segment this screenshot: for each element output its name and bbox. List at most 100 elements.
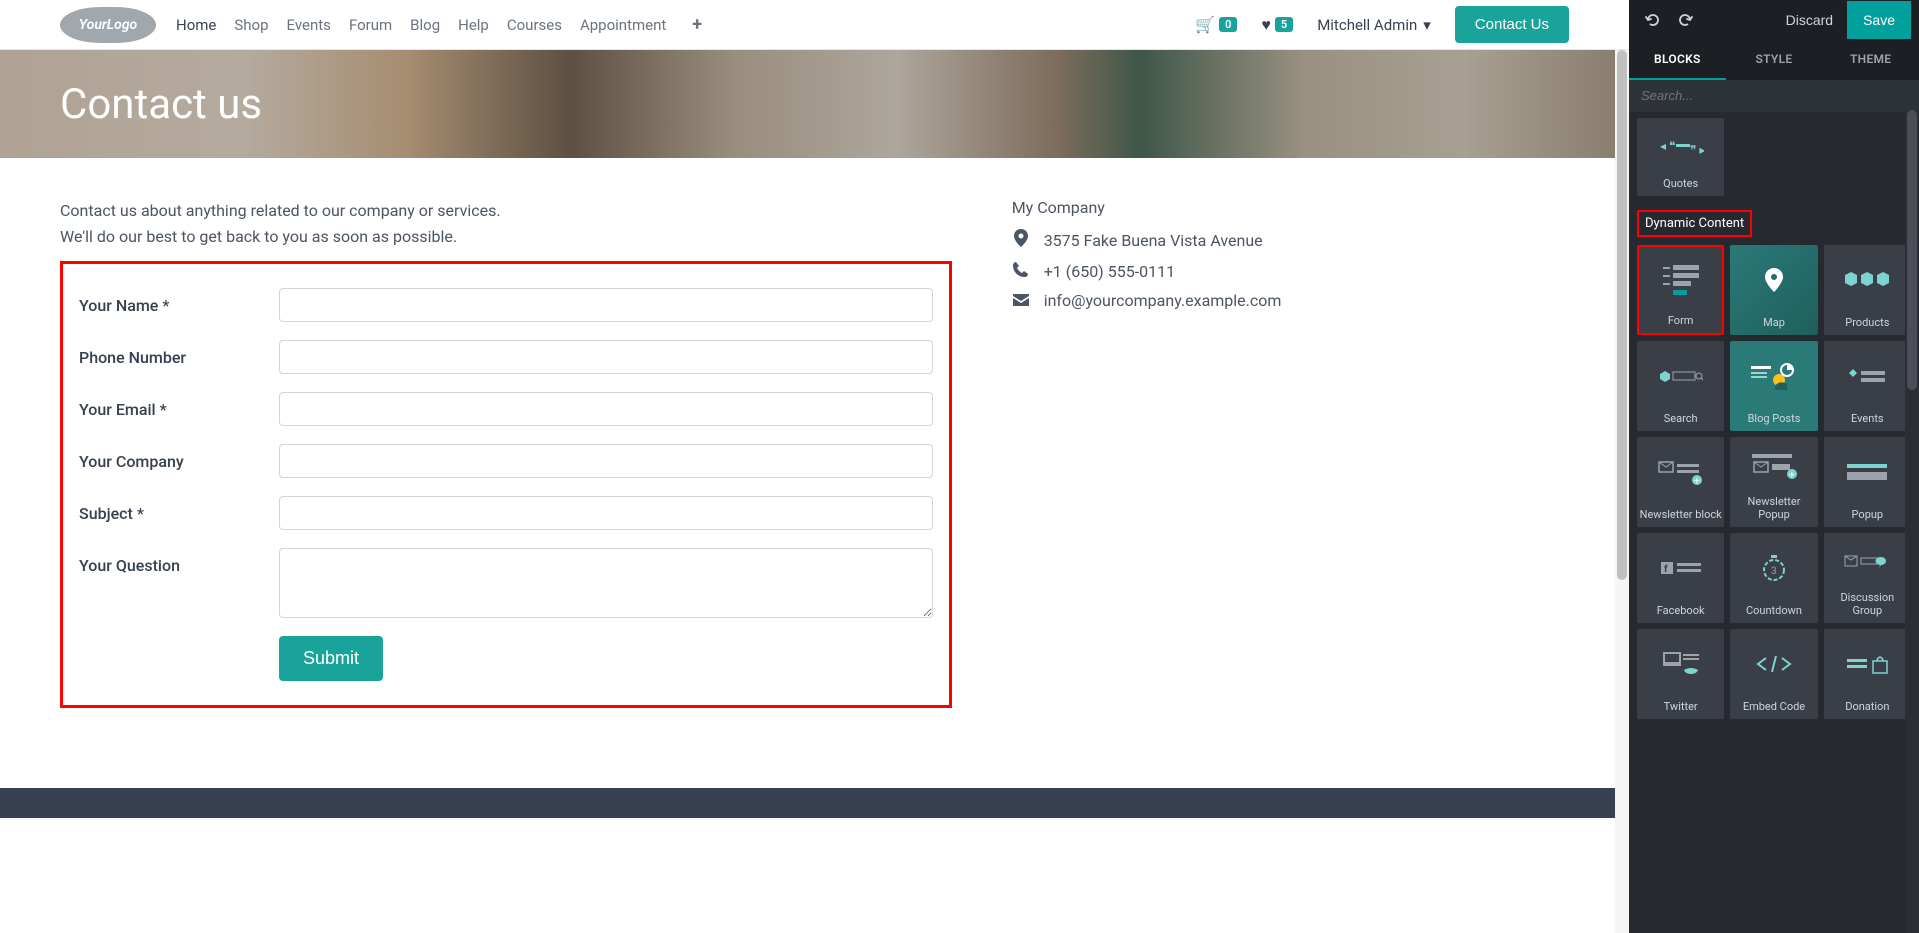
question-label: Your Question xyxy=(79,548,279,575)
page-title: Contact us xyxy=(60,80,262,129)
block-products[interactable]: Products xyxy=(1824,245,1911,335)
block-search-label: Search xyxy=(1662,412,1700,425)
tab-theme[interactable]: THEME xyxy=(1822,40,1919,80)
block-embed-label: Embed Code xyxy=(1741,700,1807,713)
company-email-row: info@yourcompany.example.com xyxy=(1012,291,1569,310)
svg-text:+: + xyxy=(1694,476,1700,486)
company-email: info@yourcompany.example.com xyxy=(1044,291,1282,310)
name-input[interactable] xyxy=(279,288,933,322)
block-products-label: Products xyxy=(1843,316,1891,329)
nav-appointment[interactable]: Appointment xyxy=(580,16,666,34)
block-search[interactable]: Search xyxy=(1637,341,1724,431)
block-discussion[interactable]: Discussion Group xyxy=(1824,533,1911,623)
company-name: My Company xyxy=(1012,198,1569,217)
block-donation[interactable]: Donation xyxy=(1824,629,1911,719)
embed-icon xyxy=(1754,629,1794,700)
block-quotes[interactable]: ◂ ❝❞ ▸ Quotes xyxy=(1637,118,1724,196)
site-logo[interactable]: YourLogo xyxy=(60,7,156,43)
heart-icon: ♥ xyxy=(1261,15,1271,35)
contact-us-button[interactable]: Contact Us xyxy=(1455,6,1569,43)
company-address-row: 3575 Fake Buena Vista Avenue xyxy=(1012,229,1569,251)
block-map-label: Map xyxy=(1761,316,1787,329)
hero-banner: Contact us xyxy=(0,50,1629,158)
company-input[interactable] xyxy=(279,444,933,478)
wishlist-count-badge: 5 xyxy=(1275,17,1293,32)
block-twitter[interactable]: Twitter xyxy=(1637,629,1724,719)
block-newsletter-popup[interactable]: + Newsletter Popup xyxy=(1730,437,1817,527)
nav-forum[interactable]: Forum xyxy=(349,16,392,34)
save-button[interactable]: Save xyxy=(1847,1,1911,39)
company-address: 3575 Fake Buena Vista Avenue xyxy=(1044,231,1263,250)
user-menu[interactable]: Mitchell Admin ▾ xyxy=(1317,16,1431,34)
block-newsletter[interactable]: + Newsletter block xyxy=(1637,437,1724,527)
discard-button[interactable]: Discard xyxy=(1772,2,1847,38)
editor-tabs: BLOCKS STYLE THEME xyxy=(1629,40,1919,80)
block-popup-label: Popup xyxy=(1850,508,1886,521)
tab-style[interactable]: STYLE xyxy=(1726,40,1823,80)
phone-label: Phone Number xyxy=(79,340,279,367)
nav-blog[interactable]: Blog xyxy=(410,16,440,34)
submit-button[interactable]: Submit xyxy=(279,636,383,681)
svg-text:+: + xyxy=(1789,470,1795,480)
block-popup[interactable]: Popup xyxy=(1824,437,1911,527)
block-donation-label: Donation xyxy=(1843,700,1891,713)
block-map[interactable]: Map xyxy=(1730,245,1817,335)
redo-button[interactable] xyxy=(1669,4,1701,36)
block-countdown-label: Countdown xyxy=(1744,604,1804,617)
svg-text:f: f xyxy=(1664,564,1668,575)
company-phone: +1 (650) 555-0111 xyxy=(1044,262,1175,281)
block-newsletter-popup-label: Newsletter Popup xyxy=(1730,495,1817,521)
block-form[interactable]: Form xyxy=(1637,245,1724,335)
content-area: Contact us about anything related to our… xyxy=(0,158,1629,748)
wishlist-button[interactable]: ♥ 5 xyxy=(1261,15,1293,35)
nav-events[interactable]: Events xyxy=(287,16,331,34)
nav-shop[interactable]: Shop xyxy=(234,16,268,34)
top-navigation: YourLogo Home Shop Events Forum Blog Hel… xyxy=(0,0,1629,50)
nav-help[interactable]: Help xyxy=(458,16,489,34)
svg-text:◂ ❝: ◂ ❝ xyxy=(1660,139,1675,153)
main-scrollbar[interactable] xyxy=(1615,50,1629,933)
cart-button[interactable]: 🛒 0 xyxy=(1195,15,1237,34)
block-countdown[interactable]: 3 Countdown xyxy=(1730,533,1817,623)
block-facebook[interactable]: f Facebook xyxy=(1637,533,1724,623)
contact-form: Your Name * Phone Number Your Email * Yo… xyxy=(60,261,952,708)
phone-input[interactable] xyxy=(279,340,933,374)
panel-scrollbar[interactable] xyxy=(1905,110,1919,933)
block-blog-posts[interactable]: Blog Posts xyxy=(1730,341,1817,431)
editor-panel: Discard Save BLOCKS STYLE THEME ◂ ❝❞ ▸ Q… xyxy=(1629,0,1919,933)
svg-text:❞ ▸: ❞ ▸ xyxy=(1690,143,1704,157)
email-label: Your Email * xyxy=(79,392,279,419)
tab-blocks[interactable]: BLOCKS xyxy=(1629,40,1726,80)
events-icon xyxy=(1847,341,1887,412)
question-textarea[interactable] xyxy=(279,548,933,618)
intro-line1: Contact us about anything related to our… xyxy=(60,198,952,224)
phone-icon xyxy=(1012,261,1030,281)
nav-home[interactable]: Home xyxy=(176,16,216,34)
block-form-label: Form xyxy=(1666,314,1696,327)
newsletter-icon: + xyxy=(1657,437,1705,508)
block-events[interactable]: Events xyxy=(1824,341,1911,431)
facebook-icon: f xyxy=(1659,533,1703,604)
block-embed-code[interactable]: Embed Code xyxy=(1730,629,1817,719)
section-dynamic-content: Dynamic Content xyxy=(1637,210,1752,237)
email-input[interactable] xyxy=(279,392,933,426)
nav-courses[interactable]: Courses xyxy=(507,16,562,34)
block-search xyxy=(1629,80,1919,112)
company-label: Your Company xyxy=(79,444,279,471)
block-search-input[interactable] xyxy=(1641,88,1907,103)
form-icon xyxy=(1659,247,1703,314)
subject-input[interactable] xyxy=(279,496,933,530)
svg-text:3: 3 xyxy=(1771,566,1777,577)
subject-label: Subject * xyxy=(79,496,279,523)
block-twitter-label: Twitter xyxy=(1662,700,1700,713)
nav-links: Home Shop Events Forum Blog Help Courses… xyxy=(176,14,702,35)
undo-button[interactable] xyxy=(1637,4,1669,36)
blocks-panel[interactable]: ◂ ❝❞ ▸ Quotes Dynamic Content Form xyxy=(1629,112,1919,933)
donation-icon xyxy=(1845,629,1889,700)
right-column: My Company 3575 Fake Buena Vista Avenue … xyxy=(992,198,1569,708)
map-icon xyxy=(1765,245,1783,316)
cart-count-badge: 0 xyxy=(1219,17,1237,32)
block-events-label: Events xyxy=(1849,412,1886,425)
company-phone-row: +1 (650) 555-0111 xyxy=(1012,261,1569,281)
nav-add-icon[interactable]: + xyxy=(692,14,702,35)
